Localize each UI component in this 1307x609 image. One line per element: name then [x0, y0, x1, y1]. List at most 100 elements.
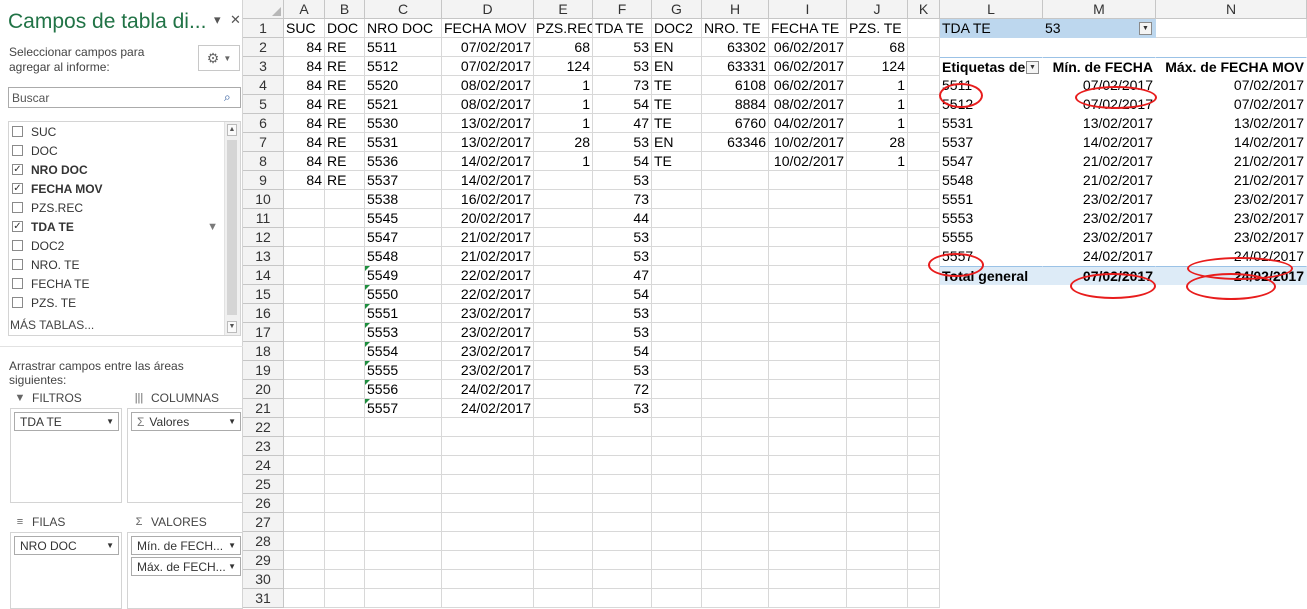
table-cell[interactable]: [769, 285, 847, 304]
empty-cell[interactable]: [908, 399, 940, 418]
table-cell[interactable]: [284, 323, 325, 342]
table-cell[interactable]: [847, 513, 908, 532]
row-header[interactable]: 26: [243, 494, 284, 513]
table-cell[interactable]: [847, 399, 908, 418]
row-header[interactable]: 9: [243, 171, 284, 190]
table-cell[interactable]: 14/02/2017: [442, 171, 534, 190]
empty-cell[interactable]: [940, 589, 1043, 608]
table-cell[interactable]: 22/02/2017: [442, 266, 534, 285]
empty-cell[interactable]: [908, 209, 940, 228]
table-cell[interactable]: [442, 589, 534, 608]
table-cell[interactable]: 5548: [365, 247, 442, 266]
table-cell[interactable]: 07/02/2017: [442, 57, 534, 76]
field-checkbox[interactable]: [12, 240, 23, 251]
table-cell[interactable]: [702, 532, 769, 551]
pivot-cell[interactable]: 5551: [940, 190, 1043, 209]
table-cell[interactable]: [769, 380, 847, 399]
column-header[interactable]: F: [593, 0, 652, 19]
column-header[interactable]: A: [284, 0, 325, 19]
table-cell[interactable]: 72: [593, 380, 652, 399]
table-cell[interactable]: 5536: [365, 152, 442, 171]
table-cell[interactable]: 1: [534, 95, 593, 114]
table-cell[interactable]: [284, 304, 325, 323]
table-cell[interactable]: 54: [593, 152, 652, 171]
table-cell[interactable]: [702, 304, 769, 323]
empty-cell[interactable]: [1043, 475, 1156, 494]
empty-cell[interactable]: [1043, 342, 1156, 361]
table-cell[interactable]: 53: [593, 133, 652, 152]
table-cell[interactable]: [442, 532, 534, 551]
table-cell[interactable]: 5549: [365, 266, 442, 285]
table-cell[interactable]: [284, 342, 325, 361]
pivot-cell[interactable]: 13/02/2017: [1156, 114, 1307, 133]
table-cell[interactable]: [702, 361, 769, 380]
table-cell[interactable]: [652, 247, 702, 266]
scroll-up-icon[interactable]: ▲: [227, 124, 237, 136]
empty-cell[interactable]: [940, 475, 1043, 494]
table-cell[interactable]: [702, 437, 769, 456]
empty-cell[interactable]: [1156, 418, 1307, 437]
table-cell[interactable]: [365, 437, 442, 456]
empty-cell[interactable]: [940, 304, 1043, 323]
table-cell[interactable]: [702, 285, 769, 304]
table-cell[interactable]: 124: [534, 57, 593, 76]
empty-cell[interactable]: [908, 323, 940, 342]
table-cell[interactable]: [652, 494, 702, 513]
empty-cell[interactable]: [908, 551, 940, 570]
table-cell[interactable]: [702, 152, 769, 171]
table-cell[interactable]: [534, 551, 593, 570]
row-header[interactable]: 6: [243, 114, 284, 133]
row-header[interactable]: 19: [243, 361, 284, 380]
table-cell[interactable]: [652, 570, 702, 589]
table-cell[interactable]: [325, 266, 365, 285]
table-cell[interactable]: [325, 228, 365, 247]
pivot-cell[interactable]: 21/02/2017: [1043, 152, 1156, 171]
table-cell[interactable]: [325, 589, 365, 608]
table-cell[interactable]: [325, 437, 365, 456]
table-cell[interactable]: 13/02/2017: [442, 114, 534, 133]
table-cell[interactable]: 84: [284, 38, 325, 57]
table-header-cell[interactable]: PZS. TE: [847, 19, 908, 38]
table-cell[interactable]: [847, 380, 908, 399]
table-cell[interactable]: 23/02/2017: [442, 361, 534, 380]
field-item[interactable]: ✓ FECHA MOV: [9, 179, 224, 198]
table-cell[interactable]: TE: [652, 152, 702, 171]
table-cell[interactable]: [284, 418, 325, 437]
table-cell[interactable]: 5553: [365, 323, 442, 342]
column-header[interactable]: I: [769, 0, 847, 19]
table-header-cell[interactable]: NRO. TE: [702, 19, 769, 38]
table-cell[interactable]: [769, 361, 847, 380]
table-cell[interactable]: 08/02/2017: [769, 95, 847, 114]
empty-cell[interactable]: [940, 418, 1043, 437]
pivot-cell[interactable]: 21/02/2017: [1156, 152, 1307, 171]
table-cell[interactable]: [284, 475, 325, 494]
table-cell[interactable]: [442, 475, 534, 494]
table-cell[interactable]: [769, 304, 847, 323]
table-cell[interactable]: [325, 323, 365, 342]
empty-cell[interactable]: [908, 361, 940, 380]
row-header[interactable]: 13: [243, 247, 284, 266]
empty-cell[interactable]: [1043, 551, 1156, 570]
field-list-scrollbar[interactable]: ▲ ▼: [224, 122, 240, 335]
pivot-cell[interactable]: 23/02/2017: [1156, 228, 1307, 247]
table-cell[interactable]: [442, 456, 534, 475]
table-cell[interactable]: [769, 513, 847, 532]
empty-cell[interactable]: [908, 76, 940, 95]
table-cell[interactable]: 73: [593, 76, 652, 95]
table-cell[interactable]: 1: [534, 152, 593, 171]
table-cell[interactable]: 5550: [365, 285, 442, 304]
table-cell[interactable]: 5537: [365, 171, 442, 190]
table-cell[interactable]: [652, 209, 702, 228]
pivot-cell[interactable]: 14/02/2017: [1043, 133, 1156, 152]
table-cell[interactable]: [534, 323, 593, 342]
empty-cell[interactable]: [1043, 532, 1156, 551]
table-cell[interactable]: [325, 532, 365, 551]
row-header[interactable]: 30: [243, 570, 284, 589]
table-cell[interactable]: [702, 551, 769, 570]
table-cell[interactable]: EN: [652, 133, 702, 152]
row-header[interactable]: 11: [243, 209, 284, 228]
table-cell[interactable]: 10/02/2017: [769, 152, 847, 171]
empty-cell[interactable]: [1043, 589, 1156, 608]
table-cell[interactable]: [534, 266, 593, 285]
table-cell[interactable]: [702, 494, 769, 513]
